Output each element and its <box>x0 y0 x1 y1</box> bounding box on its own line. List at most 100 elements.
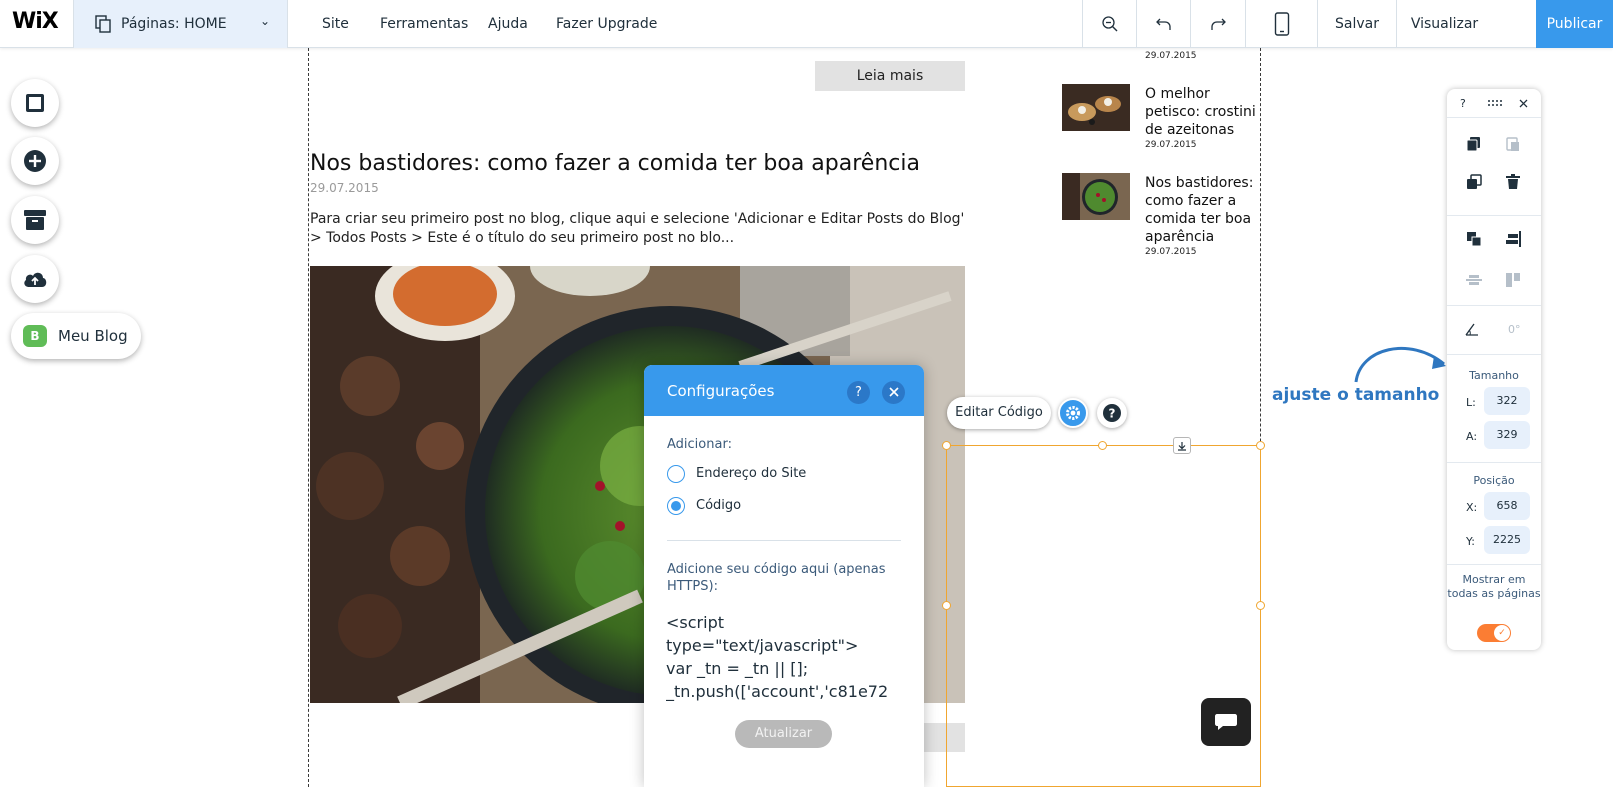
recent-post-date: 29.07.2015 <box>1145 51 1197 61</box>
radio-code[interactable] <box>667 497 685 515</box>
resize-handle-top-right[interactable] <box>1256 441 1265 450</box>
my-blog-label: Meu Blog <box>58 327 128 345</box>
app-market-button[interactable] <box>11 196 59 244</box>
top-bar: WiX Páginas: HOME ⌄ Site Ferramentas Aju… <box>0 0 1613 48</box>
size-heading: Tamanho <box>1469 369 1519 382</box>
resize-handle-left[interactable] <box>942 601 951 610</box>
close-icon <box>888 387 899 397</box>
section-divider <box>1447 354 1541 355</box>
zoom-out-button[interactable] <box>1082 0 1137 48</box>
salad-photo <box>1062 173 1130 220</box>
settings-help-button[interactable]: ? <box>847 381 870 404</box>
delete-icon[interactable] <box>1505 174 1521 190</box>
stretch-button[interactable] <box>1173 437 1191 454</box>
settings-title: Configurações <box>667 382 775 400</box>
edit-code-button[interactable]: Editar Código <box>947 397 1051 429</box>
save-button[interactable]: Salvar <box>1317 0 1396 48</box>
recent-post-date: 29.07.2015 <box>1145 140 1197 150</box>
radio-site-address-label[interactable]: Endereço do Site <box>696 466 806 481</box>
section-divider <box>1447 117 1541 118</box>
rotate-icon[interactable] <box>1464 321 1480 337</box>
recent-post-thumbnail[interactable] <box>1062 84 1130 131</box>
publish-button[interactable]: Publicar <box>1536 0 1613 48</box>
pages-label: Páginas: HOME <box>121 16 227 32</box>
rotation-value: 0° <box>1508 323 1521 336</box>
section-divider <box>1447 305 1541 306</box>
annotation-arrow <box>1354 347 1446 383</box>
post-date: 29.07.2015 <box>310 181 379 195</box>
match-size-icon <box>1506 273 1520 287</box>
arrange-forward-icon[interactable] <box>1466 231 1482 247</box>
pages-icon <box>95 15 111 33</box>
page-guide-left <box>308 48 309 787</box>
recent-post-thumbnail[interactable] <box>1062 173 1130 220</box>
mobile-view-button[interactable] <box>1245 0 1317 48</box>
my-blog-button[interactable]: B Meu Blog <box>11 313 141 359</box>
crostini-photo <box>1062 84 1130 131</box>
resize-handle-right[interactable] <box>1256 601 1265 610</box>
radio-code-label[interactable]: Código <box>696 498 741 513</box>
show-all-pages-toggle[interactable]: ✓ <box>1477 624 1511 642</box>
settings-button[interactable] <box>1058 398 1088 428</box>
section-divider <box>1447 215 1541 216</box>
post-excerpt[interactable]: Para criar seu primeiro post no blog, cl… <box>310 210 970 248</box>
section-divider <box>1447 462 1541 463</box>
wix-logo[interactable]: WiX <box>12 9 59 34</box>
mobile-icon <box>1274 12 1289 36</box>
divider <box>667 540 901 541</box>
recent-post-date: 29.07.2015 <box>1145 247 1197 257</box>
annotation-text: ajuste o tamanho <box>1272 385 1440 405</box>
align-icon[interactable] <box>1505 231 1521 247</box>
x-label: X: <box>1466 501 1478 514</box>
y-input[interactable]: 2225 <box>1484 526 1530 554</box>
radio-site-address[interactable] <box>667 465 685 483</box>
element-help-button[interactable]: ? <box>1097 398 1127 428</box>
menu-tools[interactable]: Ferramentas <box>380 16 468 32</box>
preview-button[interactable]: Visualizar <box>1396 0 1492 48</box>
download-icon <box>1178 441 1186 451</box>
post-title[interactable]: Nos bastidores: como fazer a comida ter … <box>310 151 920 176</box>
chat-button[interactable] <box>1201 698 1251 746</box>
resize-handle-top-left[interactable] <box>942 441 951 450</box>
width-input[interactable]: 322 <box>1484 387 1530 415</box>
close-icon[interactable] <box>1519 99 1528 108</box>
chevron-down-icon: ⌄ <box>260 14 271 28</box>
copy-icon[interactable] <box>1466 136 1482 152</box>
redo-icon <box>1211 18 1226 30</box>
code-textarea[interactable]: <script type="text/javascript"> var _tn … <box>666 611 906 703</box>
width-label: L: <box>1466 396 1476 409</box>
height-input[interactable]: 329 <box>1484 421 1530 449</box>
svg-text:?: ? <box>1109 407 1116 421</box>
upload-button[interactable] <box>11 255 59 303</box>
add-button[interactable] <box>11 137 59 185</box>
menu-upgrade[interactable]: Fazer Upgrade <box>556 16 657 32</box>
recent-post-title[interactable]: O melhor petisco: crostini de azeitonas <box>1145 85 1263 139</box>
menu-site[interactable]: Site <box>322 16 349 32</box>
settings-close-button[interactable] <box>882 381 905 404</box>
recent-post-title[interactable]: Nos bastidores: como fazer a comida ter … <box>1145 174 1263 246</box>
resize-handle-top[interactable] <box>1098 441 1107 450</box>
show-all-pages-label: Mostrar em todas as páginas <box>1447 573 1541 600</box>
redo-button[interactable] <box>1190 0 1245 48</box>
check-icon: ✓ <box>1494 625 1510 641</box>
drag-handle-icon[interactable] <box>1487 99 1503 107</box>
read-more-button[interactable]: Leia mais <box>815 61 965 91</box>
settings-panel: Configurações ? Adicionar: Endereço do S… <box>644 365 924 787</box>
x-input[interactable]: 658 <box>1484 492 1530 520</box>
update-button[interactable]: Atualizar <box>735 720 832 748</box>
pages-dropdown[interactable]: Páginas: HOME ⌄ <box>73 0 288 48</box>
gear-icon <box>1066 406 1080 420</box>
position-heading: Posição <box>1473 474 1515 487</box>
blog-icon: B <box>23 325 47 347</box>
background-button[interactable] <box>11 79 59 127</box>
code-label: Adicione seu código aqui (apenas HTTPS): <box>667 562 886 594</box>
zoom-out-icon <box>1102 16 1118 32</box>
paste-icon <box>1506 137 1519 151</box>
tools-help-button[interactable]: ? <box>1460 97 1466 110</box>
menu-help[interactable]: Ajuda <box>488 16 528 32</box>
duplicate-icon[interactable] <box>1466 174 1482 190</box>
undo-button[interactable] <box>1136 0 1191 48</box>
distribute-icon <box>1466 275 1482 285</box>
cloud-upload-icon <box>24 272 47 287</box>
section-divider <box>1447 564 1541 565</box>
